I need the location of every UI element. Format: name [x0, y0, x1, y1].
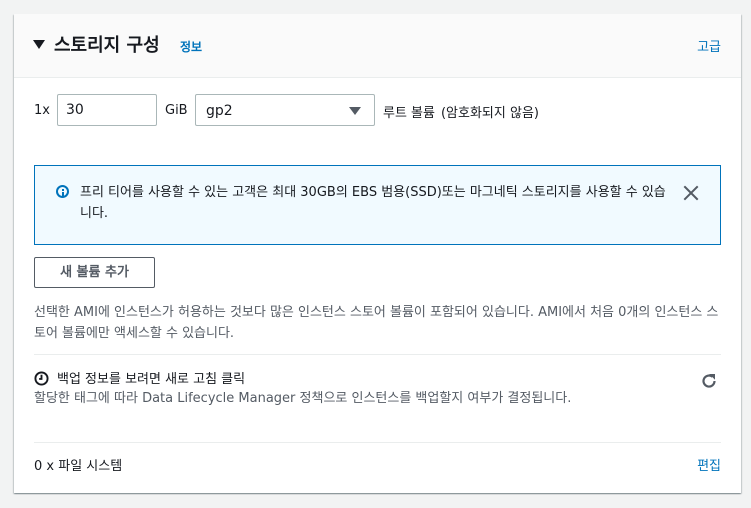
- edit-filesystem-link[interactable]: 편집: [697, 455, 721, 474]
- alert-text: 프리 티어를 사용할 수 있는 고객은 최대 30GB의 EBS 범용(SSD)…: [80, 185, 666, 221]
- root-volume-title: 루트 볼륨: [383, 106, 435, 121]
- divider: [34, 354, 721, 355]
- volume-count-label: 1x: [34, 103, 50, 118]
- root-volume-label: 루트 볼륨 (암호화되지 않음): [383, 102, 539, 121]
- volume-size-input[interactable]: [57, 94, 157, 126]
- filesystem-label: 0 x 파일 시스템: [34, 459, 123, 474]
- volume-type-select[interactable]: gp2: [195, 94, 375, 126]
- select-arrow-icon: [349, 107, 361, 115]
- divider: [34, 442, 721, 443]
- refresh-icon[interactable]: [700, 372, 718, 390]
- size-unit-label: GiB: [165, 103, 188, 118]
- info-link[interactable]: 정보: [180, 38, 202, 55]
- backup-description: 할당한 태그에 따라 Data Lifecycle Manager 정책으로 인…: [34, 391, 572, 406]
- advanced-link[interactable]: 고급: [697, 36, 721, 55]
- free-tier-alert: 프리 티어를 사용할 수 있는 고객은 최대 30GB의 EBS 범용(SSD)…: [34, 165, 721, 245]
- backup-title-text: 백업 정보를 보려면 새로 고침 클릭: [57, 372, 246, 387]
- info-icon: [56, 185, 69, 198]
- panel-title[interactable]: 스토리지 구성: [54, 31, 160, 57]
- volume-type-value: gp2: [206, 103, 233, 119]
- close-icon[interactable]: [682, 184, 700, 202]
- caret-down-icon[interactable]: [33, 40, 45, 49]
- storage-config-panel: 스토리지 구성 정보 고급 1x GiB gp2 루트 볼륨 (암호화되지 않음)…: [14, 14, 741, 493]
- root-volume-encryption: (암호화되지 않음): [440, 106, 539, 121]
- panel-header: 스토리지 구성 정보 고급: [14, 14, 741, 78]
- instance-store-description: 선택한 AMI에 인스턴스가 허용하는 것보다 많은 인스턴스 스토어 볼륨이 …: [34, 305, 719, 341]
- backup-title: 백업 정보를 보려면 새로 고침 클릭: [34, 368, 245, 387]
- add-volume-button[interactable]: 새 볼륨 추가: [34, 257, 155, 288]
- clock-icon: [34, 371, 49, 386]
